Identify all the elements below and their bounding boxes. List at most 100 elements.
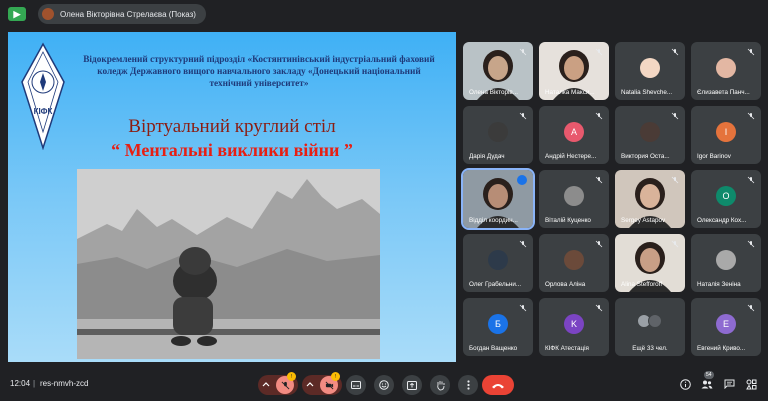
participant-tile[interactable]: Єлизавета Панч... <box>691 42 761 100</box>
meet-window: ▶ Олена Вікторівна Стрелаєва (Показ) КІФ… <box>0 0 768 401</box>
avatar <box>648 314 662 328</box>
mic-muted-icon <box>595 304 603 312</box>
participant-tile[interactable]: Наталія Зеніна <box>691 234 761 292</box>
more-options-button[interactable] <box>458 375 478 395</box>
participant-tile[interactable]: Виктория Оста... <box>615 106 685 164</box>
activities-icon <box>745 379 756 389</box>
slide-title: Віртуальний круглий стіл <box>128 116 336 137</box>
people-button[interactable]: 54 <box>700 371 714 391</box>
participant-name: Sergey Astapov <box>621 217 666 224</box>
participant-name: Богдан Ващенко <box>469 345 518 352</box>
participant-tile[interactable]: E Евгений Криво... <box>691 298 761 356</box>
ruins-image <box>77 169 380 359</box>
participant-tile[interactable]: Дарія Дудач <box>463 106 533 164</box>
participant-name: Igor Barinov <box>697 153 731 160</box>
avatar <box>640 122 660 142</box>
participants-count: 54 <box>704 371 714 379</box>
participant-tile[interactable]: I Igor Barinov <box>691 106 761 164</box>
chat-icon <box>724 379 734 389</box>
participant-tile[interactable]: Ещё 33 чел. <box>615 298 685 356</box>
participant-tile[interactable]: K КІФК Атестація <box>539 298 609 356</box>
participant-name: Олег Грабельни... <box>469 281 522 288</box>
present-screen-icon <box>407 380 417 390</box>
more-participants-avatars <box>637 314 662 328</box>
more-vert-icon <box>466 380 470 390</box>
activities-button[interactable] <box>744 377 758 391</box>
avatar: O <box>716 186 736 206</box>
participant-name: Дарія Дудач <box>469 153 505 160</box>
participant-name: Виктория Оста... <box>621 153 670 160</box>
mic-muted-icon <box>747 240 755 248</box>
camera-button[interactable]: ! <box>302 372 342 395</box>
mic-muted-icon <box>519 304 527 312</box>
avatar <box>716 58 736 78</box>
info-button[interactable] <box>678 377 692 391</box>
emoji-button[interactable] <box>374 375 394 395</box>
participant-tile[interactable]: Олена Вікторів... <box>463 42 533 100</box>
mic-muted-icon <box>671 48 679 56</box>
mic-muted-icon <box>595 176 603 184</box>
hand-icon <box>436 380 444 390</box>
participant-tile[interactable]: A Андрій Нестере... <box>539 106 609 164</box>
participant-name: Олена Вікторів... <box>469 89 518 96</box>
participant-tile[interactable]: Natalia Shevche... <box>615 42 685 100</box>
slide-subtitle: “ Ментальні виклики війни ” <box>111 140 353 160</box>
mic-muted-icon <box>519 48 527 56</box>
people-icon <box>701 380 713 388</box>
avatar <box>488 250 508 270</box>
mic-button[interactable]: ! <box>258 372 298 395</box>
avatar <box>564 250 584 270</box>
presenter-indicator[interactable]: Олена Вікторівна Стрелаєва (Показ) <box>38 4 206 24</box>
raise-hand-button[interactable] <box>430 375 450 395</box>
participant-tile[interactable]: Віталій Куценко <box>539 170 609 228</box>
chevron-up-icon <box>262 382 270 387</box>
participant-name: Наталка Макси... <box>545 89 595 96</box>
avatar: K <box>564 314 584 334</box>
slide-header: Відокремлений структурний підрозділ «Кос… <box>83 55 435 89</box>
participant-name: Ещё 33 чел. <box>632 345 668 352</box>
emoji-icon <box>379 380 389 390</box>
presenter-label: Олена Вікторівна Стрелаєва (Показ) <box>60 9 196 19</box>
captions-button[interactable] <box>346 375 366 395</box>
participant-tile[interactable]: Sergey Astapov <box>615 170 685 228</box>
mic-muted-icon <box>747 304 755 312</box>
speaking-indicator-icon <box>517 175 527 185</box>
avatar: Б <box>488 314 508 334</box>
captions-icon <box>351 381 361 389</box>
avatar: A <box>564 122 584 142</box>
participant-tile[interactable]: Alina Stefforoff <box>615 234 685 292</box>
mic-muted-icon <box>595 48 603 56</box>
presenter-avatar <box>42 8 54 20</box>
mic-muted-icon <box>595 112 603 120</box>
emblem-text: КІФК <box>34 107 53 116</box>
participant-tile[interactable]: Олег Грабельни... <box>463 234 533 292</box>
mic-muted-icon <box>671 112 679 120</box>
participant-tile[interactable]: Наталка Макси... <box>539 42 609 100</box>
meeting-code: res-nmvh-zcd <box>40 379 89 388</box>
participant-tile[interactable]: O Олександр Кох... <box>691 170 761 228</box>
leave-call-button[interactable] <box>482 375 514 395</box>
avatar: I <box>716 122 736 142</box>
camera-off-icon: ! <box>320 372 340 394</box>
avatar <box>488 122 508 142</box>
participant-name: Евгений Криво... <box>697 345 746 352</box>
participant-name: Орлова Аліна <box>545 281 586 288</box>
info-icon <box>679 378 691 390</box>
participant-name: Єлизавета Панч... <box>697 89 750 96</box>
avatar <box>564 186 584 206</box>
participant-name: Alina Stefforoff <box>621 281 663 288</box>
mic-muted-icon <box>671 176 679 184</box>
chevron-up-icon <box>306 382 314 387</box>
clock: 12:04 <box>10 379 31 388</box>
participant-name: Андрій Нестере... <box>545 153 597 160</box>
participant-tile[interactable]: Б Богдан Ващенко <box>463 298 533 356</box>
present-button[interactable] <box>402 375 422 395</box>
mic-muted-icon <box>747 176 755 184</box>
bottom-bar: 12:04 | res-nmvh-zcd ! ! 54 <box>0 368 768 401</box>
chat-button[interactable] <box>722 377 736 391</box>
participant-name: Natalia Shevche... <box>621 89 673 96</box>
participant-tile[interactable]: Відділ координ... <box>461 168 535 230</box>
mic-muted-icon <box>747 48 755 56</box>
participant-tile[interactable]: Орлова Аліна <box>539 234 609 292</box>
end-call-icon <box>492 383 504 388</box>
